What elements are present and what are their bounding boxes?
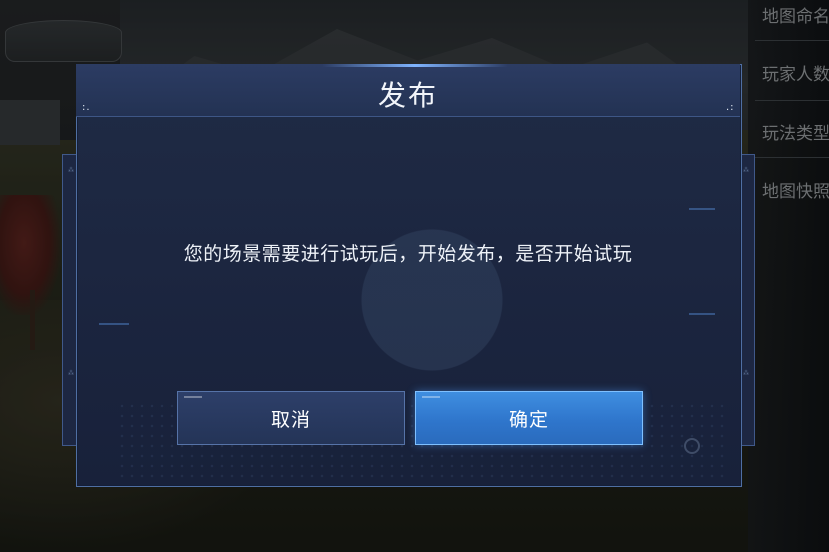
confirm-button-label: 确定 [508, 408, 549, 431]
accent-line [689, 313, 715, 315]
dialog-left-tab: ⁂ ⁂ [62, 154, 77, 446]
dialog-right-tab: ⁂ ⁂ [740, 154, 755, 446]
side-menu-item-player-count: 玩家人数 [762, 65, 829, 85]
tab-dots: ⁂ [68, 370, 74, 377]
header-glow [322, 64, 508, 67]
dialog-header: 发布 :. .: [76, 64, 740, 117]
corner-dots-right: .: [726, 102, 735, 113]
side-menu-item-map-snapshot: 地图快照 [762, 182, 829, 202]
accent-line [99, 323, 129, 325]
tab-dots: ⁂ [743, 167, 749, 174]
side-menu-divider [755, 100, 829, 101]
tab-dots: ⁂ [743, 370, 749, 377]
side-menu-divider [755, 40, 829, 41]
cancel-button[interactable]: 取消 [177, 391, 405, 445]
side-menu-divider [755, 157, 829, 158]
dialog-message: 您的场景需要进行试玩后，开始发布，是否开始试玩 [183, 243, 633, 265]
accent-line [689, 208, 715, 210]
confirm-button[interactable]: 确定 [415, 391, 643, 445]
publish-dialog: ⁂ ⁂ ⁂ ⁂ 发布 :. .: 您的场景需要进行试玩后，开始发布，是否开始试玩… [62, 62, 755, 487]
button-corner-mark [422, 396, 440, 398]
dialog-title: 发布 [377, 79, 438, 112]
button-corner-mark [184, 396, 202, 398]
search-icon [684, 438, 700, 454]
tab-dots: ⁂ [68, 167, 74, 174]
cancel-button-label: 取消 [270, 408, 311, 431]
side-menu-item-map-name: 地图命名 [762, 7, 829, 27]
side-menu-item-game-type: 玩法类型 [762, 124, 829, 144]
corner-dots-left: :. [82, 102, 91, 113]
